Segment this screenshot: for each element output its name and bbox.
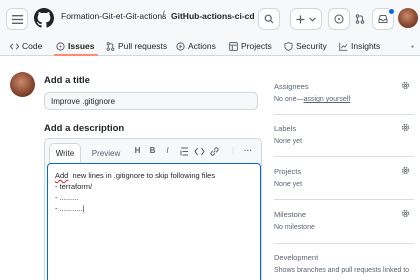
sidebar-milestone: Milestone No milestone — [274, 209, 414, 240]
milestone-title: Milestone — [274, 210, 307, 219]
assignees-title: Assignees — [274, 82, 309, 91]
labels-value: None yet — [274, 138, 303, 145]
tab-actions[interactable]: Actions — [176, 36, 216, 56]
issue-opened-icon — [334, 14, 344, 24]
bold-button[interactable]: B — [147, 146, 158, 155]
inbox-icon — [378, 15, 388, 23]
link-icon[interactable] — [209, 147, 220, 156]
tab-pull-requests-label: Pull requests — [118, 41, 168, 51]
assignees-none: No one— — [274, 96, 304, 103]
description-label: Add a description — [44, 123, 125, 134]
shield-icon — [284, 41, 293, 51]
description-editor: Write Preview H B I | ··· Add new lines … — [44, 138, 262, 280]
description-first-word: Add — [55, 171, 69, 180]
tab-code-label: Code — [22, 41, 43, 51]
breadcrumb-repo[interactable]: GitHub-actions-ci-cd — [171, 11, 255, 21]
breadcrumb-owner[interactable]: Formation-Git-et-Git-actions — [61, 11, 166, 21]
tab-security[interactable]: Security — [284, 36, 327, 56]
breadcrumb-separator: / — [162, 10, 165, 21]
gear-icon[interactable] — [401, 166, 410, 175]
sidebar-development: Development Shows branches and pull requ… — [274, 253, 414, 280]
tab-insights-label: Insights — [351, 41, 381, 51]
hamburger-icon — [11, 14, 23, 24]
git-pull-request-icon — [355, 14, 365, 24]
author-avatar — [10, 72, 35, 97]
description-line-1-text: new lines in .gitignore to skip followin… — [72, 171, 216, 180]
assign-yourself-link[interactable]: assign yourself — [304, 96, 351, 103]
plus-icon — [296, 15, 305, 23]
gear-icon[interactable] — [401, 209, 410, 218]
tab-projects-label: Projects — [241, 41, 272, 51]
projects-value: None yet — [274, 181, 303, 188]
quote-icon[interactable] — [179, 147, 190, 156]
unread-indicator — [388, 8, 395, 15]
tab-write[interactable]: Write — [49, 143, 81, 163]
active-tab-underline — [54, 54, 98, 56]
play-icon — [176, 41, 185, 51]
sidebar-divider — [274, 114, 414, 115]
milestone-value: No milestone — [274, 224, 315, 231]
sidebar-labels: Labels None yet — [274, 123, 414, 154]
your-pull-requests-button[interactable] — [350, 8, 370, 30]
gear-icon[interactable] — [401, 123, 410, 132]
code-icon — [10, 42, 19, 50]
search-icon — [264, 14, 274, 24]
tab-pull-requests[interactable]: Pull requests — [106, 36, 167, 56]
tab-preview[interactable]: Preview — [87, 143, 125, 163]
tab-projects[interactable]: Projects — [229, 36, 272, 56]
sidebar-assignees: Assignees No one—assign yourself — [274, 81, 414, 112]
kebab-horizontal-icon — [411, 45, 414, 47]
development-value: Shows branches and pull requests linked … — [274, 267, 410, 274]
global-header: Formation-Git-et-Git-actions / GitHub-ac… — [0, 0, 420, 36]
toolbar-divider: | — [231, 146, 235, 155]
sidebar-divider — [274, 199, 414, 200]
tab-issues[interactable]: Issues — [56, 36, 94, 56]
description-line-4: - ...........| — [55, 204, 85, 213]
tab-issues-label: Issues — [68, 41, 95, 51]
chevron-down-icon — [309, 16, 316, 22]
more-nav-button[interactable] — [408, 36, 417, 56]
gear-icon[interactable] — [401, 81, 410, 90]
sidebar-divider — [274, 156, 414, 157]
sidebar-projects: Projects None yet — [274, 166, 414, 197]
graph-icon — [339, 42, 348, 51]
menu-button[interactable] — [6, 8, 28, 30]
tab-actions-label: Actions — [188, 41, 216, 51]
description-line-2: - terraform/ — [55, 182, 93, 191]
repo-nav: Code Issues Pull requests Actions Projec… — [0, 36, 420, 56]
heading-button[interactable]: H — [132, 146, 143, 155]
assignees-value: No one—assign yourself — [274, 96, 350, 103]
code-icon[interactable] — [194, 147, 205, 156]
tab-code[interactable]: Code — [10, 36, 42, 56]
more-options-button[interactable]: ··· — [241, 146, 255, 155]
development-title: Development — [274, 253, 319, 262]
search-button[interactable] — [258, 8, 280, 30]
title-label: Add a title — [44, 75, 90, 86]
your-issues-button[interactable] — [328, 8, 350, 30]
tab-security-label: Security — [296, 41, 327, 51]
title-input[interactable]: Improve .gitignore — [44, 92, 258, 110]
github-logo-icon[interactable] — [34, 8, 54, 28]
labels-title: Labels — [274, 124, 297, 133]
description-textarea[interactable]: Add new lines in .gitignore to skip foll… — [47, 163, 261, 280]
sidebar-divider — [274, 243, 414, 244]
italic-button[interactable]: I — [162, 146, 173, 155]
projects-title: Projects — [274, 167, 302, 176]
issue-opened-icon — [56, 41, 65, 51]
description-line-1: Add new lines in .gitignore to skip foll… — [55, 171, 215, 180]
user-avatar[interactable] — [398, 8, 418, 28]
table-icon — [229, 41, 238, 51]
create-new-button[interactable] — [290, 8, 322, 30]
git-pull-request-icon — [106, 41, 115, 51]
tab-insights[interactable]: Insights — [339, 36, 380, 56]
description-line-3: - ......... — [55, 193, 79, 202]
editor-toolbar: Write Preview H B I | ··· — [45, 139, 261, 163]
